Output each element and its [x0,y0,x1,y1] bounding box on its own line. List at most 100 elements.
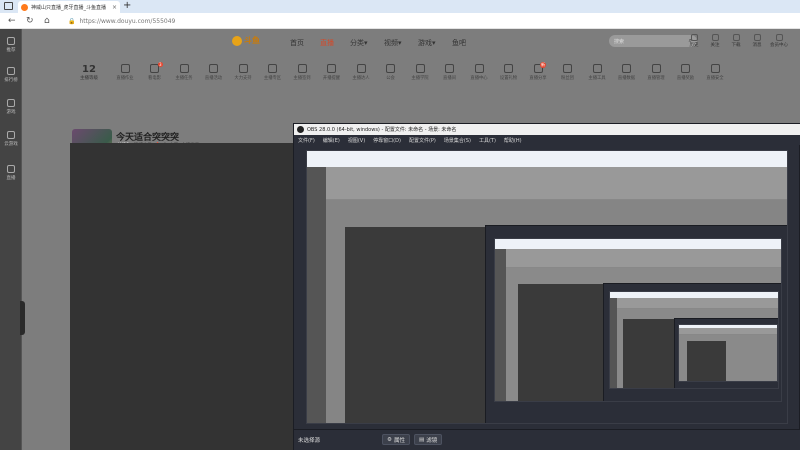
clock-icon [690,34,698,41]
left-sidebar: 推荐 排行榜 游戏 云游戏 直播 [0,29,22,450]
category-item[interactable]: 直播安全 [700,64,730,81]
obs-titlebar[interactable]: OBS 28.0.0 (64-bit, windows) - 配置文件: 未命名… [294,124,800,135]
category-label: 直播间 [443,76,456,81]
menu-view[interactable]: 视图(V) [348,137,365,144]
category-item[interactable]: 直播管理 [641,64,671,81]
category-label: 直播中心 [470,76,488,81]
heart-icon [711,34,719,41]
nested-capture-1 [306,150,788,424]
history-button[interactable]: 历史 [685,34,703,48]
category-label: 主播专区 [263,76,282,81]
filters-button[interactable]: ▤ 滤镜 [414,434,443,445]
category-icon [710,64,720,73]
gear-icon: ⚙ [387,436,392,443]
sidebar-item-cloud-games[interactable]: 云游戏 [0,131,22,147]
vip-center-button[interactable]: 会员中心 [770,34,788,48]
menu-scene-collection[interactable]: 场景集合(S) [444,137,471,144]
sidebar-item-games[interactable]: 游戏 [0,99,22,115]
browser-tab[interactable]: 神威山只直播_虎牙直播_斗鱼直播 × [18,1,120,13]
category-item[interactable]: 粉丝团 [553,64,583,81]
category-item[interactable]: 直播分享 新 [523,62,553,81]
nested-capture-2 [494,238,782,402]
category-icon [415,64,425,73]
address-row: ← ↻ ⌂ 🔒 https://www.douyu.com/555049 [0,13,800,29]
bell-icon [753,34,761,41]
menu-edit[interactable]: 编辑(E) [323,137,340,144]
category-item[interactable]: 直播奖励 [671,64,701,81]
obs-window: OBS 28.0.0 (64-bit, windows) - 配置文件: 未命名… [293,123,800,450]
category-item[interactable]: 主播达人 [346,64,376,81]
sidebar-item-ranking[interactable]: 排行榜 [0,67,22,83]
nav-videos[interactable]: 视频▾ [384,38,402,48]
live-icon [7,165,15,173]
url-text[interactable]: https://www.douyu.com/555049 [79,18,175,25]
category-label: 设置礼物 [499,76,518,81]
menu-docks[interactable]: 停靠窗口(D) [373,137,401,144]
download-button[interactable]: 下载 [727,34,745,48]
category-icon [592,64,602,73]
category-label: 直播作业 [116,76,134,81]
follow-button[interactable]: 关注 [706,34,724,48]
category-item[interactable]: 开播提醒 [317,64,347,81]
nested-obs-3 [674,318,778,388]
obs-source-toolbar: 未选择源 ⚙ 属性 ▤ 滤镜 [294,429,800,450]
category-icon [386,64,395,73]
category-item[interactable]: 直播中心 [464,64,494,81]
category-icon [445,64,454,73]
category-item[interactable]: 看电影 3 [140,62,170,81]
refresh-icon[interactable]: ↻ [26,15,34,27]
category-item[interactable]: 设置礼物 [494,64,524,81]
back-icon[interactable]: ← [8,15,16,27]
nav-categories[interactable]: 分类▾ [350,38,368,48]
menu-profile[interactable]: 配置文件(P) [409,137,436,144]
list-icon [7,67,15,75]
category-item[interactable]: 主播工具 [582,64,612,81]
category-item[interactable]: 公会 [376,64,406,81]
category-item[interactable]: 大力支持 [228,64,258,81]
nested-obs-1 [485,225,787,423]
category-icon [209,64,218,73]
sidebar-item-recommend[interactable]: 推荐 [0,37,22,53]
category-label: 直播管理 [647,76,665,81]
category-icon [327,64,336,73]
sidebar-item-live[interactable]: 直播 [0,165,22,181]
category-item[interactable]: 直播活动 [199,64,229,81]
category-label: 直播数据 [617,76,636,81]
obs-menubar: 文件(F) 编辑(E) 视图(V) 停靠窗口(D) 配置文件(P) 场景集合(S… [294,135,800,145]
nav-live[interactable]: 直播 [320,38,334,48]
category-label: 直播分享 [529,76,547,81]
tab-close-icon[interactable]: × [112,4,117,11]
messages-button[interactable]: 消息 [748,34,766,48]
category-item[interactable]: 直播作业 [110,64,140,81]
douyu-logo[interactable]: 斗鱼 [232,35,260,46]
nav-fishbar[interactable]: 鱼吧 [452,38,466,48]
category-item[interactable]: 直播间 [435,64,465,81]
category-label: 主播达人 [352,76,370,81]
nav-home[interactable]: 首页 [290,38,304,48]
category-icon [563,64,572,73]
heart-icon [7,37,15,45]
properties-button[interactable]: ⚙ 属性 [382,434,410,445]
nested-obs-2 [603,283,781,401]
menu-file[interactable]: 文件(F) [298,137,315,144]
nav-games[interactable]: 游戏▾ [418,38,436,48]
category-item[interactable]: 主播专区 [258,64,288,81]
category-label: 公会 [386,76,395,81]
category-item[interactable]: 主播签到 [287,64,317,81]
home-icon[interactable]: ⌂ [44,15,50,27]
obs-preview[interactable] [306,150,788,424]
address-bar[interactable]: 🔒 https://www.douyu.com/555049 [66,15,786,27]
video-player[interactable] [70,143,294,450]
category-item[interactable]: 直播数据 [612,64,642,81]
category-icon [651,64,661,73]
new-tab-button[interactable]: + [123,0,131,12]
window-menu-icon[interactable] [4,2,13,10]
menu-tools[interactable]: 工具(T) [479,137,496,144]
search-input[interactable]: 搜索 ⌕ [609,35,697,47]
menu-help[interactable]: 帮助(H) [504,137,522,144]
category-item[interactable]: 主播学院 [405,64,435,81]
category-label: 直播安全 [706,76,724,81]
sidebar-collapse-handle[interactable] [20,301,25,335]
download-icon [732,34,740,41]
category-item[interactable]: 主播任务 [169,64,199,81]
